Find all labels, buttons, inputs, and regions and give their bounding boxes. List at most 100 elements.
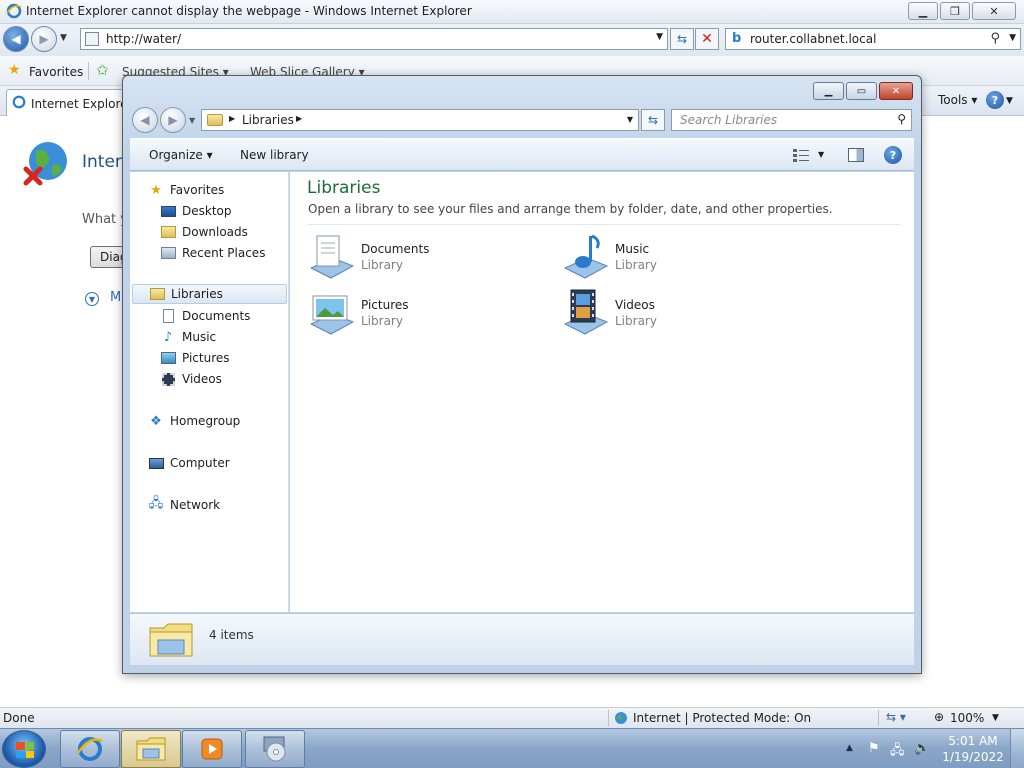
ie-help-icon[interactable]: ? <box>986 91 1004 109</box>
address-history-dropdown-icon[interactable]: ▼ <box>627 115 633 124</box>
dvd-disc-icon <box>263 736 286 762</box>
zoom-dropdown-icon[interactable]: ▼ <box>992 713 999 723</box>
explorer-minimize-button[interactable]: ▁ <box>813 82 844 100</box>
favorites-button[interactable]: Favorites <box>29 65 83 79</box>
new-library-button[interactable]: New library <box>240 148 309 162</box>
nav-favorites[interactable]: ★ Favorites <box>148 180 224 200</box>
ie-tab-icon <box>12 95 26 109</box>
ie-search-box[interactable]: b router.collabnet.local ⚲ ▼ <box>725 28 1021 50</box>
add-to-favorites-bar-icon[interactable]: ✩ <box>96 61 109 79</box>
recent-places-icon <box>160 245 176 261</box>
help-dropdown-icon[interactable]: ▼ <box>1006 96 1013 106</box>
show-hidden-icons-icon[interactable]: ▲ <box>846 743 853 753</box>
desktop-icon <box>160 203 176 219</box>
action-center-flag-icon[interactable]: ⚑ <box>868 741 880 756</box>
search-dropdown-icon[interactable]: ▼ <box>1009 33 1016 43</box>
explorer-maximize-button[interactable]: ▭ <box>846 82 877 100</box>
nav-pictures-label: Pictures <box>182 351 230 365</box>
explorer-refresh-button[interactable]: ⇆ <box>641 109 665 131</box>
nav-videos[interactable]: Videos <box>160 369 222 389</box>
explorer-help-icon[interactable]: ? <box>884 146 902 164</box>
ie-address-bar[interactable]: http://water/ ▼ <box>80 28 668 50</box>
nav-music[interactable]: ♪ Music <box>160 327 216 347</box>
change-view-icon[interactable] <box>793 148 809 162</box>
security-zone-text[interactable]: Internet | Protected Mode: On <box>633 711 811 725</box>
pictures-library-icon <box>309 295 355 335</box>
nav-pictures[interactable]: Pictures <box>160 348 230 368</box>
library-music[interactable]: Music Library <box>561 232 801 282</box>
explorer-search-box[interactable]: Search Libraries ⚲ <box>671 109 912 131</box>
ie-navigation-bar: ◀ ▶ ▼ http://water/ ▼ ⇆ ✕ b router.colla… <box>0 24 1024 56</box>
explorer-close-button[interactable]: ✕ <box>879 82 913 100</box>
compatibility-view-icon[interactable]: ⇆ ▾ <box>886 710 906 724</box>
explorer-back-button[interactable]: ◀ <box>132 107 158 133</box>
network-status-icon[interactable]: 🖧 <box>890 741 905 763</box>
breadcrumb-arrow-icon[interactable]: ▶ <box>296 114 302 123</box>
ie-address-url[interactable]: http://water/ <box>106 32 181 46</box>
nav-downloads[interactable]: Downloads <box>160 222 248 242</box>
library-videos[interactable]: Videos Library <box>561 288 801 338</box>
nav-libraries[interactable]: Libraries <box>132 284 287 304</box>
ie-close-button[interactable]: ✕ <box>972 2 1016 20</box>
ie-recent-pages-dropdown-icon[interactable]: ▼ <box>60 33 67 43</box>
media-player-icon <box>201 738 223 760</box>
volume-muted-icon[interactable]: 🔈 <box>914 741 930 756</box>
search-icon[interactable]: ⚲ <box>897 112 906 126</box>
libraries-folder-icon <box>136 737 166 761</box>
breadcrumb-arrow-icon[interactable]: ▶ <box>229 114 235 123</box>
tools-menu-button[interactable]: Tools ▾ <box>938 93 977 107</box>
zoom-icon[interactable]: ⊕ <box>934 710 944 724</box>
bing-icon: b <box>732 31 742 46</box>
ie-minimize-button[interactable]: ▁ <box>908 2 938 20</box>
taskbar-windows-explorer[interactable] <box>121 730 181 768</box>
recent-locations-dropdown-icon[interactable]: ▼ <box>189 116 195 125</box>
nav-recent-places[interactable]: Recent Places <box>160 243 265 263</box>
nav-desktop[interactable]: Desktop <box>160 201 232 221</box>
taskbar-dvd-maker[interactable] <box>245 730 305 768</box>
explorer-address-bar[interactable]: ▶ Libraries ▶ ▼ <box>201 109 639 131</box>
view-options-dropdown-icon[interactable]: ▼ <box>818 150 824 159</box>
nav-network-label: Network <box>170 498 221 512</box>
taskbar-internet-explorer[interactable] <box>60 730 120 768</box>
nav-network[interactable]: 🖧 Network <box>148 495 220 515</box>
clock-time[interactable]: 5:01 AM <box>947 734 999 748</box>
explorer-search-placeholder[interactable]: Search Libraries <box>680 113 777 127</box>
taskbar-media-player[interactable] <box>182 730 242 768</box>
ie-forward-button[interactable]: ▶ <box>31 26 57 52</box>
clock-date[interactable]: 1/19/2022 <box>942 750 1004 764</box>
favorites-star-icon: ★ <box>8 62 21 78</box>
libraries-folder-icon <box>149 286 165 302</box>
breadcrumb-libraries[interactable]: Libraries <box>242 113 294 127</box>
libraries-folder-icon <box>149 623 193 657</box>
more-information-link[interactable]: M <box>110 290 121 305</box>
show-desktop-button[interactable] <box>1010 729 1024 768</box>
nav-homegroup[interactable]: ❖ Homegroup <box>148 411 240 431</box>
homegroup-icon: ❖ <box>150 413 162 429</box>
nav-documents[interactable]: Documents <box>160 306 250 326</box>
documents-icon <box>160 308 176 324</box>
address-dropdown-icon[interactable]: ▼ <box>656 32 663 42</box>
library-pictures[interactable]: Pictures Library <box>307 288 547 338</box>
computer-icon <box>148 455 164 471</box>
ie-refresh-button[interactable]: ⇆ <box>670 28 694 50</box>
nav-favorites-label: Favorites <box>170 183 225 197</box>
ie-stop-button[interactable]: ✕ <box>695 28 719 50</box>
nav-computer[interactable]: Computer <box>148 453 230 473</box>
music-note-icon: ♪ <box>163 329 173 345</box>
ie-restore-button[interactable]: ❐ <box>940 2 970 20</box>
organize-button[interactable]: Organize ▾ <box>149 148 213 162</box>
windows-logo-icon <box>16 742 34 758</box>
explorer-forward-button[interactable]: ▶ <box>160 107 186 133</box>
library-pictures-name: Pictures <box>361 298 409 312</box>
preview-pane-icon[interactable] <box>848 148 864 162</box>
start-button[interactable] <box>2 730 46 768</box>
search-icon[interactable]: ⚲ <box>990 31 1000 46</box>
library-videos-name: Videos <box>615 298 655 312</box>
ie-search-value[interactable]: router.collabnet.local <box>750 32 876 46</box>
expand-more-info-icon[interactable]: ▼ <box>85 292 99 306</box>
nav-libraries-label: Libraries <box>171 287 223 301</box>
ie-back-button[interactable]: ◀ <box>3 26 29 52</box>
nav-downloads-label: Downloads <box>182 225 248 239</box>
zoom-level[interactable]: 100% <box>950 711 984 725</box>
library-documents[interactable]: Documents Library <box>307 232 547 282</box>
